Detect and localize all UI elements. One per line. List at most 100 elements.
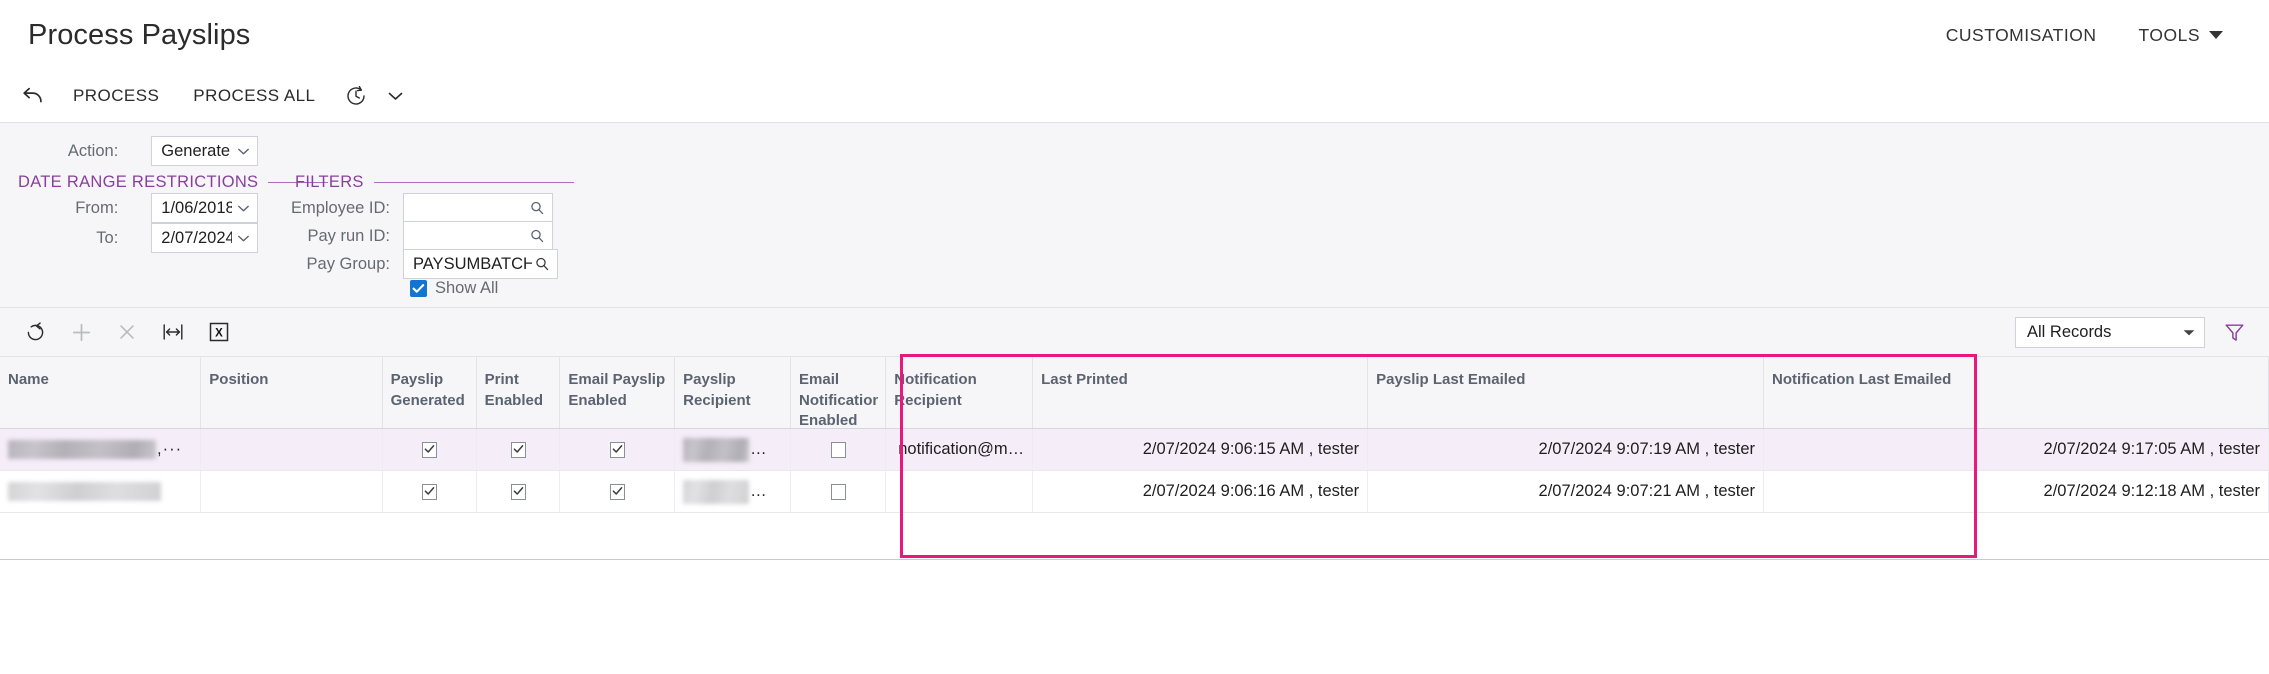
action-field-row: Action: Generate — [0, 136, 258, 166]
cell-notification_recipient[interactable]: notification@m… — [885, 428, 1034, 471]
tools-menu[interactable]: TOOLS — [2138, 25, 2223, 46]
process-all-button[interactable]: PROCESS ALL — [176, 76, 332, 116]
checkbox-unchecked-icon[interactable] — [830, 483, 846, 500]
cell-payslip_generated[interactable] — [382, 470, 477, 513]
funnel-icon[interactable] — [2219, 317, 2249, 347]
cell-print_enabled[interactable] — [476, 428, 561, 471]
from-date-value: 1/06/2018 — [161, 198, 232, 217]
page-title: Process Payslips — [28, 18, 251, 51]
column-header-label: Payslip Generated — [390, 371, 465, 409]
column-header-print_enabled[interactable]: Print Enabled — [476, 356, 561, 429]
grid-bottom-rule — [0, 559, 2269, 560]
column-header-label: Last Printed — [1041, 371, 1128, 388]
cell-position[interactable] — [200, 470, 383, 513]
column-header-name[interactable]: Name — [0, 356, 202, 429]
action-select[interactable]: Generate — [151, 136, 258, 166]
show-all-checkbox[interactable]: Show All — [410, 279, 498, 298]
redacted-value — [8, 440, 156, 460]
table-row[interactable]: ,··· … notification@m… 2/07/2024 9:06:15 AM… — [0, 428, 2269, 471]
refresh-icon[interactable] — [12, 312, 58, 352]
cell-name[interactable] — [0, 470, 202, 513]
to-date-select[interactable]: 2/07/2024 — [151, 223, 258, 253]
action-select-value: Generate — [161, 141, 231, 160]
column-header-payslip_last_emailed[interactable]: Payslip Last Emailed — [1367, 356, 1765, 429]
tools-menu-label: TOOLS — [2138, 24, 2200, 45]
pay-run-id-field-row: Pay run ID: — [250, 221, 553, 251]
cell-payslip_last_emailed[interactable]: 2/07/2024 9:07:19 AM , tester — [1367, 428, 1765, 471]
clock-history-icon[interactable] — [332, 76, 380, 116]
fit-columns-icon[interactable] — [150, 312, 196, 352]
cell-value: notification@m… — [898, 440, 1025, 458]
cell-last_printed[interactable]: 2/07/2024 9:06:16 AM , tester — [1032, 470, 1369, 513]
customisation-menu[interactable]: CUSTOMISATION — [1946, 25, 2097, 46]
column-header-email_payslip_enabled[interactable]: Email Payslip Enabled — [559, 356, 676, 429]
close-x-icon[interactable] — [104, 312, 150, 352]
pay-run-id-input[interactable] — [403, 221, 553, 251]
to-field-row: To: 2/07/2024 — [0, 223, 258, 253]
chevron-down-icon — [2209, 31, 2223, 39]
cell-payslip_last_emailed[interactable]: 2/07/2024 9:07:21 AM , tester — [1367, 470, 1765, 513]
cell-value: 2/07/2024 9:17:05 AM , tester — [2043, 440, 2260, 458]
employee-id-field-row: Employee ID: — [250, 193, 553, 223]
pay-group-input[interactable]: PAYSUMBATCH1 - F — [403, 249, 558, 279]
export-excel-icon[interactable]: X — [196, 312, 242, 352]
column-header-payslip_recipient[interactable]: Payslip Recipient — [674, 356, 792, 429]
action-label: Action: — [67, 141, 119, 160]
column-header-label: Position — [209, 371, 269, 388]
table-header: Name Position Payslip Generated Print Enabl… — [0, 356, 2269, 429]
cell-position[interactable] — [200, 428, 383, 471]
employee-id-label: Employee ID: — [290, 198, 390, 217]
cell-email_payslip_enabled[interactable] — [559, 470, 676, 513]
cell-email_notification_enabled[interactable] — [790, 428, 887, 471]
column-header-last_printed[interactable]: Last Printed — [1032, 356, 1369, 429]
checkbox-checked-icon[interactable] — [421, 483, 437, 500]
cell-notification_last_emailed[interactable]: 2/07/2024 9:12:18 AM , tester — [1763, 470, 2269, 513]
chevron-down-icon — [236, 224, 251, 252]
cell-print_enabled[interactable] — [476, 470, 561, 513]
cell-email_notification_enabled[interactable] — [790, 470, 887, 513]
redacted-value — [8, 482, 161, 502]
show-all-label: Show All — [435, 279, 499, 297]
checkbox-unchecked-icon[interactable] — [830, 441, 846, 458]
column-header-label: Print Enabled — [484, 371, 544, 409]
table-row[interactable]: … 2/07/2024 9:06:16 AM , tester 2/07/2024 … — [0, 470, 2269, 513]
column-header-notification_recipient[interactable]: Notification Recipient — [885, 356, 1034, 429]
checkbox-checked-icon[interactable] — [510, 441, 526, 458]
checkbox-checked-icon[interactable] — [609, 441, 625, 458]
schedule-dropdown-caret-icon[interactable] — [380, 76, 410, 116]
table-header-row: Name Position Payslip Generated Print Enabl… — [0, 356, 2269, 429]
column-header-notification_last_emailed[interactable]: Notification Last Emailed — [1763, 356, 2269, 429]
pay-group-value: PAYSUMBATCH1 - F — [413, 254, 532, 273]
cell-email_payslip_enabled[interactable] — [559, 428, 676, 471]
checkbox-checked-icon[interactable] — [421, 441, 437, 458]
cell-value: 2/07/2024 9:06:16 AM , tester — [1142, 482, 1360, 500]
table-body: ,··· … notification@m… 2/07/2024 9:06:15 AM… — [0, 428, 2269, 513]
undo-icon[interactable] — [8, 76, 56, 116]
truncation-ellipsis: … — [750, 439, 768, 458]
column-header-payslip_generated[interactable]: Payslip Generated — [382, 356, 477, 429]
from-date-select[interactable]: 1/06/2018 — [151, 193, 258, 223]
cell-value: 2/07/2024 9:07:21 AM , tester — [1538, 482, 1756, 500]
cell-name[interactable]: ,··· — [0, 428, 202, 471]
checkbox-checked-icon[interactable] — [609, 483, 625, 500]
records-filter-select[interactable]: All Records — [2015, 316, 2205, 348]
plus-icon[interactable] — [58, 312, 104, 352]
cell-last_printed[interactable]: 2/07/2024 9:06:15 AM , tester — [1032, 428, 1369, 471]
svg-text:X: X — [215, 328, 223, 340]
search-icon[interactable] — [527, 200, 546, 216]
cell-payslip_recipient[interactable]: … — [674, 470, 792, 513]
truncation-ellipsis: … — [750, 481, 768, 500]
employee-id-input[interactable] — [403, 193, 553, 223]
checkbox-checked-icon[interactable] — [510, 483, 526, 500]
search-icon[interactable] — [532, 256, 551, 272]
cell-notification_last_emailed[interactable]: 2/07/2024 9:17:05 AM , tester — [1763, 428, 2269, 471]
cell-payslip_recipient[interactable]: … — [674, 428, 792, 471]
cell-payslip_generated[interactable] — [382, 428, 477, 471]
search-icon[interactable] — [527, 228, 546, 244]
column-header-email_notification_enabled[interactable]: Email Notification Enabled — [790, 356, 887, 429]
column-header-position[interactable]: Position — [200, 356, 383, 429]
date-range-section-caption: DATE RANGE RESTRICTIONS — [18, 173, 329, 192]
process-button[interactable]: PROCESS — [56, 76, 176, 116]
top-bar-actions: CUSTOMISATION TOOLS — [1946, 25, 2241, 46]
cell-notification_recipient[interactable] — [885, 470, 1034, 513]
